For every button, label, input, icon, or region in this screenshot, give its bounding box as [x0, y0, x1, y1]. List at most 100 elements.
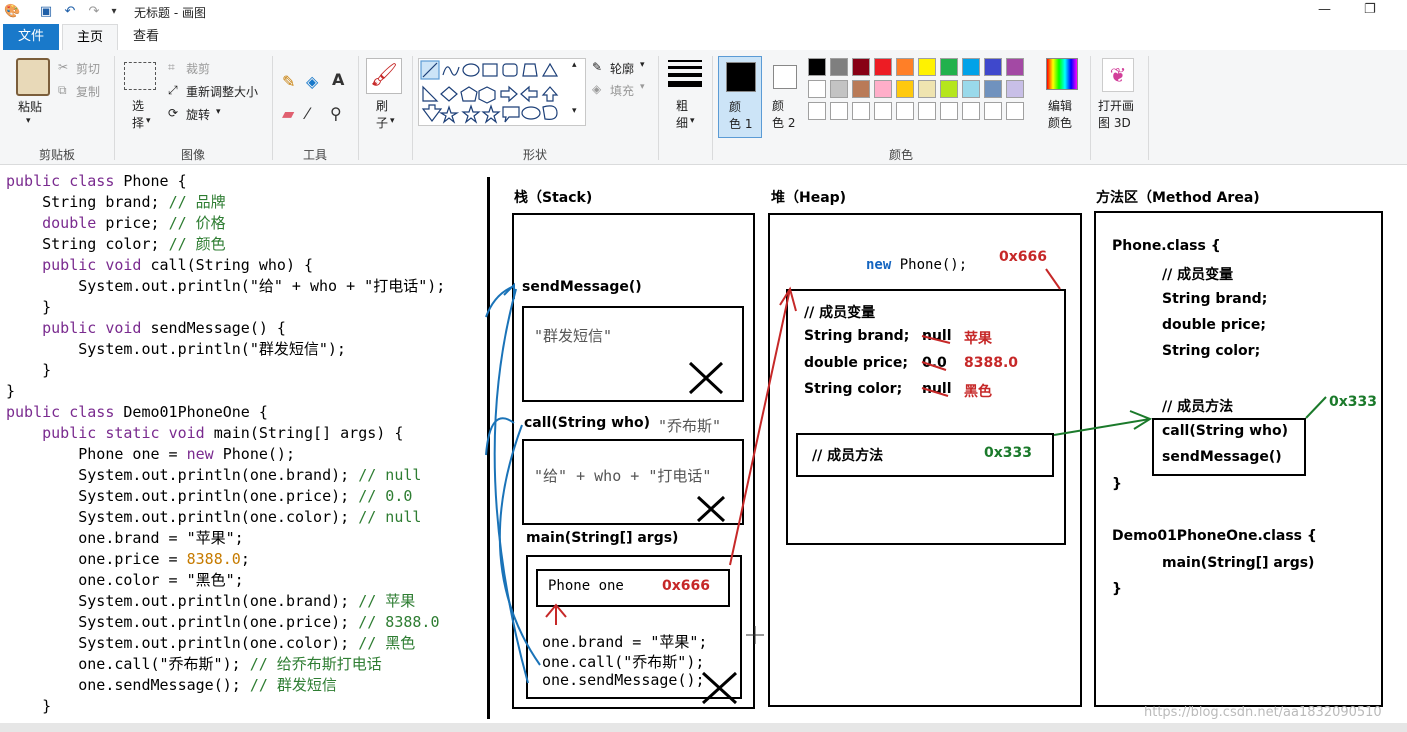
- palette-swatch[interactable]: [830, 58, 848, 76]
- fill-icon: ◈: [592, 82, 602, 96]
- pencil-icon[interactable]: ✎: [282, 72, 295, 91]
- strikethrough-mark: [921, 361, 947, 371]
- color-picker-icon[interactable]: ⁄: [306, 104, 309, 123]
- palette-swatch[interactable]: [808, 80, 826, 98]
- palette-swatch[interactable]: [962, 80, 980, 98]
- palette-custom-slot[interactable]: [984, 102, 1002, 120]
- rotate-dropdown-icon[interactable]: ▾: [216, 107, 221, 117]
- color2-label: 颜 色 2: [772, 99, 796, 130]
- outline-button[interactable]: 轮廓: [610, 60, 634, 77]
- fill-bucket-icon[interactable]: ◈: [306, 72, 318, 91]
- palette-custom-slot[interactable]: [918, 102, 936, 120]
- scissors-icon: ✂: [58, 60, 69, 74]
- paint-app-icon: 🎨: [4, 4, 21, 19]
- fill-button[interactable]: 填充: [610, 82, 634, 99]
- palette-swatch[interactable]: [1006, 80, 1024, 98]
- color2-button[interactable]: 颜 色 2: [768, 56, 804, 138]
- palette-custom-slot[interactable]: [852, 102, 870, 120]
- size-dropdown-icon[interactable]: ▾: [690, 116, 695, 126]
- palette-swatch[interactable]: [918, 80, 936, 98]
- cut-button[interactable]: 剪切: [76, 60, 100, 77]
- fill-dropdown-icon[interactable]: ▾: [640, 82, 645, 92]
- color1-swatch: [726, 62, 756, 92]
- tab-home[interactable]: 主页: [62, 24, 118, 51]
- text-tool-icon[interactable]: A: [332, 70, 344, 89]
- color-palette[interactable]: [808, 58, 1042, 128]
- crop-icon: ⌗: [168, 60, 175, 74]
- open-paint3d-button[interactable]: 打开画 图 3D: [1098, 98, 1134, 132]
- eraser-icon[interactable]: ▰: [282, 104, 294, 123]
- crop-button[interactable]: 裁剪: [186, 60, 210, 77]
- select-dropdown-icon[interactable]: ▾: [146, 116, 151, 126]
- horizontal-scrollbar[interactable]: [0, 723, 1407, 732]
- palette-swatch[interactable]: [940, 80, 958, 98]
- palette-custom-slot[interactable]: [962, 102, 980, 120]
- outline-icon: ✎: [592, 60, 603, 74]
- palette-custom-slot[interactable]: [830, 102, 848, 120]
- rotate-button[interactable]: 旋转: [186, 106, 210, 123]
- shapes-more-dropdown[interactable]: ▾: [572, 106, 577, 116]
- ribbon-tabs: 文件 主页 查看: [0, 24, 1407, 51]
- resize-button[interactable]: 重新调整大小: [186, 83, 258, 100]
- color1-label: 颜 色 1: [729, 100, 753, 131]
- copy-icon: ⧉: [58, 83, 67, 97]
- brushes-dropdown-icon[interactable]: ▾: [390, 116, 395, 126]
- group-separator: [272, 56, 273, 160]
- strikethrough-mark: [921, 387, 949, 397]
- window-title: 无标题 - 画图: [134, 6, 206, 20]
- x-mark-icon: [696, 495, 726, 523]
- edit-colors-button[interactable]: 编辑 颜色: [1048, 98, 1072, 132]
- palette-custom-slot[interactable]: [808, 102, 826, 120]
- size-icon: [668, 60, 702, 87]
- copy-button[interactable]: 复制: [76, 83, 100, 100]
- shapes-scroll-up[interactable]: ▴: [572, 60, 577, 70]
- paste-button[interactable]: 粘贴: [18, 98, 42, 115]
- colors-group-label: 颜色: [888, 148, 913, 162]
- group-separator: [114, 56, 115, 160]
- palette-swatch[interactable]: [896, 80, 914, 98]
- redo-icon[interactable]: ↷: [86, 4, 102, 20]
- palette-swatch[interactable]: [962, 58, 980, 76]
- palette-swatch[interactable]: [830, 80, 848, 98]
- palette-swatch[interactable]: [918, 58, 936, 76]
- undo-icon[interactable]: ↶: [62, 4, 78, 20]
- palette-swatch[interactable]: [874, 80, 892, 98]
- palette-custom-slot[interactable]: [896, 102, 914, 120]
- palette-swatch[interactable]: [984, 58, 1002, 76]
- palette-custom-slot[interactable]: [874, 102, 892, 120]
- palette-swatch[interactable]: [1006, 58, 1024, 76]
- shapes-gallery[interactable]: [418, 58, 586, 126]
- select-button[interactable]: 选 择: [132, 98, 144, 132]
- image-group-label: 图像: [180, 148, 205, 162]
- maximize-button[interactable]: ❐: [1364, 2, 1376, 17]
- quick-access-dropdown-icon[interactable]: ▾: [106, 4, 122, 20]
- drawing-canvas[interactable]: public class Phone { String brand; // 品牌…: [0, 165, 1407, 732]
- magnifier-icon[interactable]: ⚲: [330, 104, 342, 123]
- palette-swatch[interactable]: [874, 58, 892, 76]
- palette-swatch[interactable]: [808, 58, 826, 76]
- tab-view[interactable]: 查看: [122, 24, 170, 50]
- palette-custom-slot[interactable]: [940, 102, 958, 120]
- clipboard-icon: [16, 58, 50, 96]
- paste-dropdown-icon[interactable]: ▾: [26, 116, 31, 126]
- ribbon: 粘贴 ▾ ✂ 剪切 ⧉ 复制 剪贴板 选 择 ▾ ⌗ 裁剪 ⤢ 重新调整大小 ⟳…: [0, 50, 1407, 165]
- select-icon: [124, 62, 156, 90]
- palette-swatch[interactable]: [852, 80, 870, 98]
- size-button[interactable]: 粗 细: [676, 98, 688, 132]
- tab-file[interactable]: 文件: [3, 24, 59, 50]
- palette-swatch[interactable]: [896, 58, 914, 76]
- x-mark-icon: [688, 361, 724, 395]
- palette-swatch[interactable]: [940, 58, 958, 76]
- group-separator: [412, 56, 413, 160]
- palette-swatch[interactable]: [984, 80, 1002, 98]
- palette-swatch[interactable]: [852, 58, 870, 76]
- shapes-group-label: 形状: [522, 148, 547, 162]
- group-separator: [1090, 56, 1091, 160]
- color1-button[interactable]: 颜 色 1: [718, 56, 762, 138]
- brushes-button[interactable]: 刷 子: [376, 98, 388, 132]
- minimize-button[interactable]: —: [1318, 2, 1331, 17]
- group-separator: [658, 56, 659, 160]
- outline-dropdown-icon[interactable]: ▾: [640, 60, 645, 70]
- palette-custom-slot[interactable]: [1006, 102, 1024, 120]
- save-icon[interactable]: ▣: [38, 4, 54, 20]
